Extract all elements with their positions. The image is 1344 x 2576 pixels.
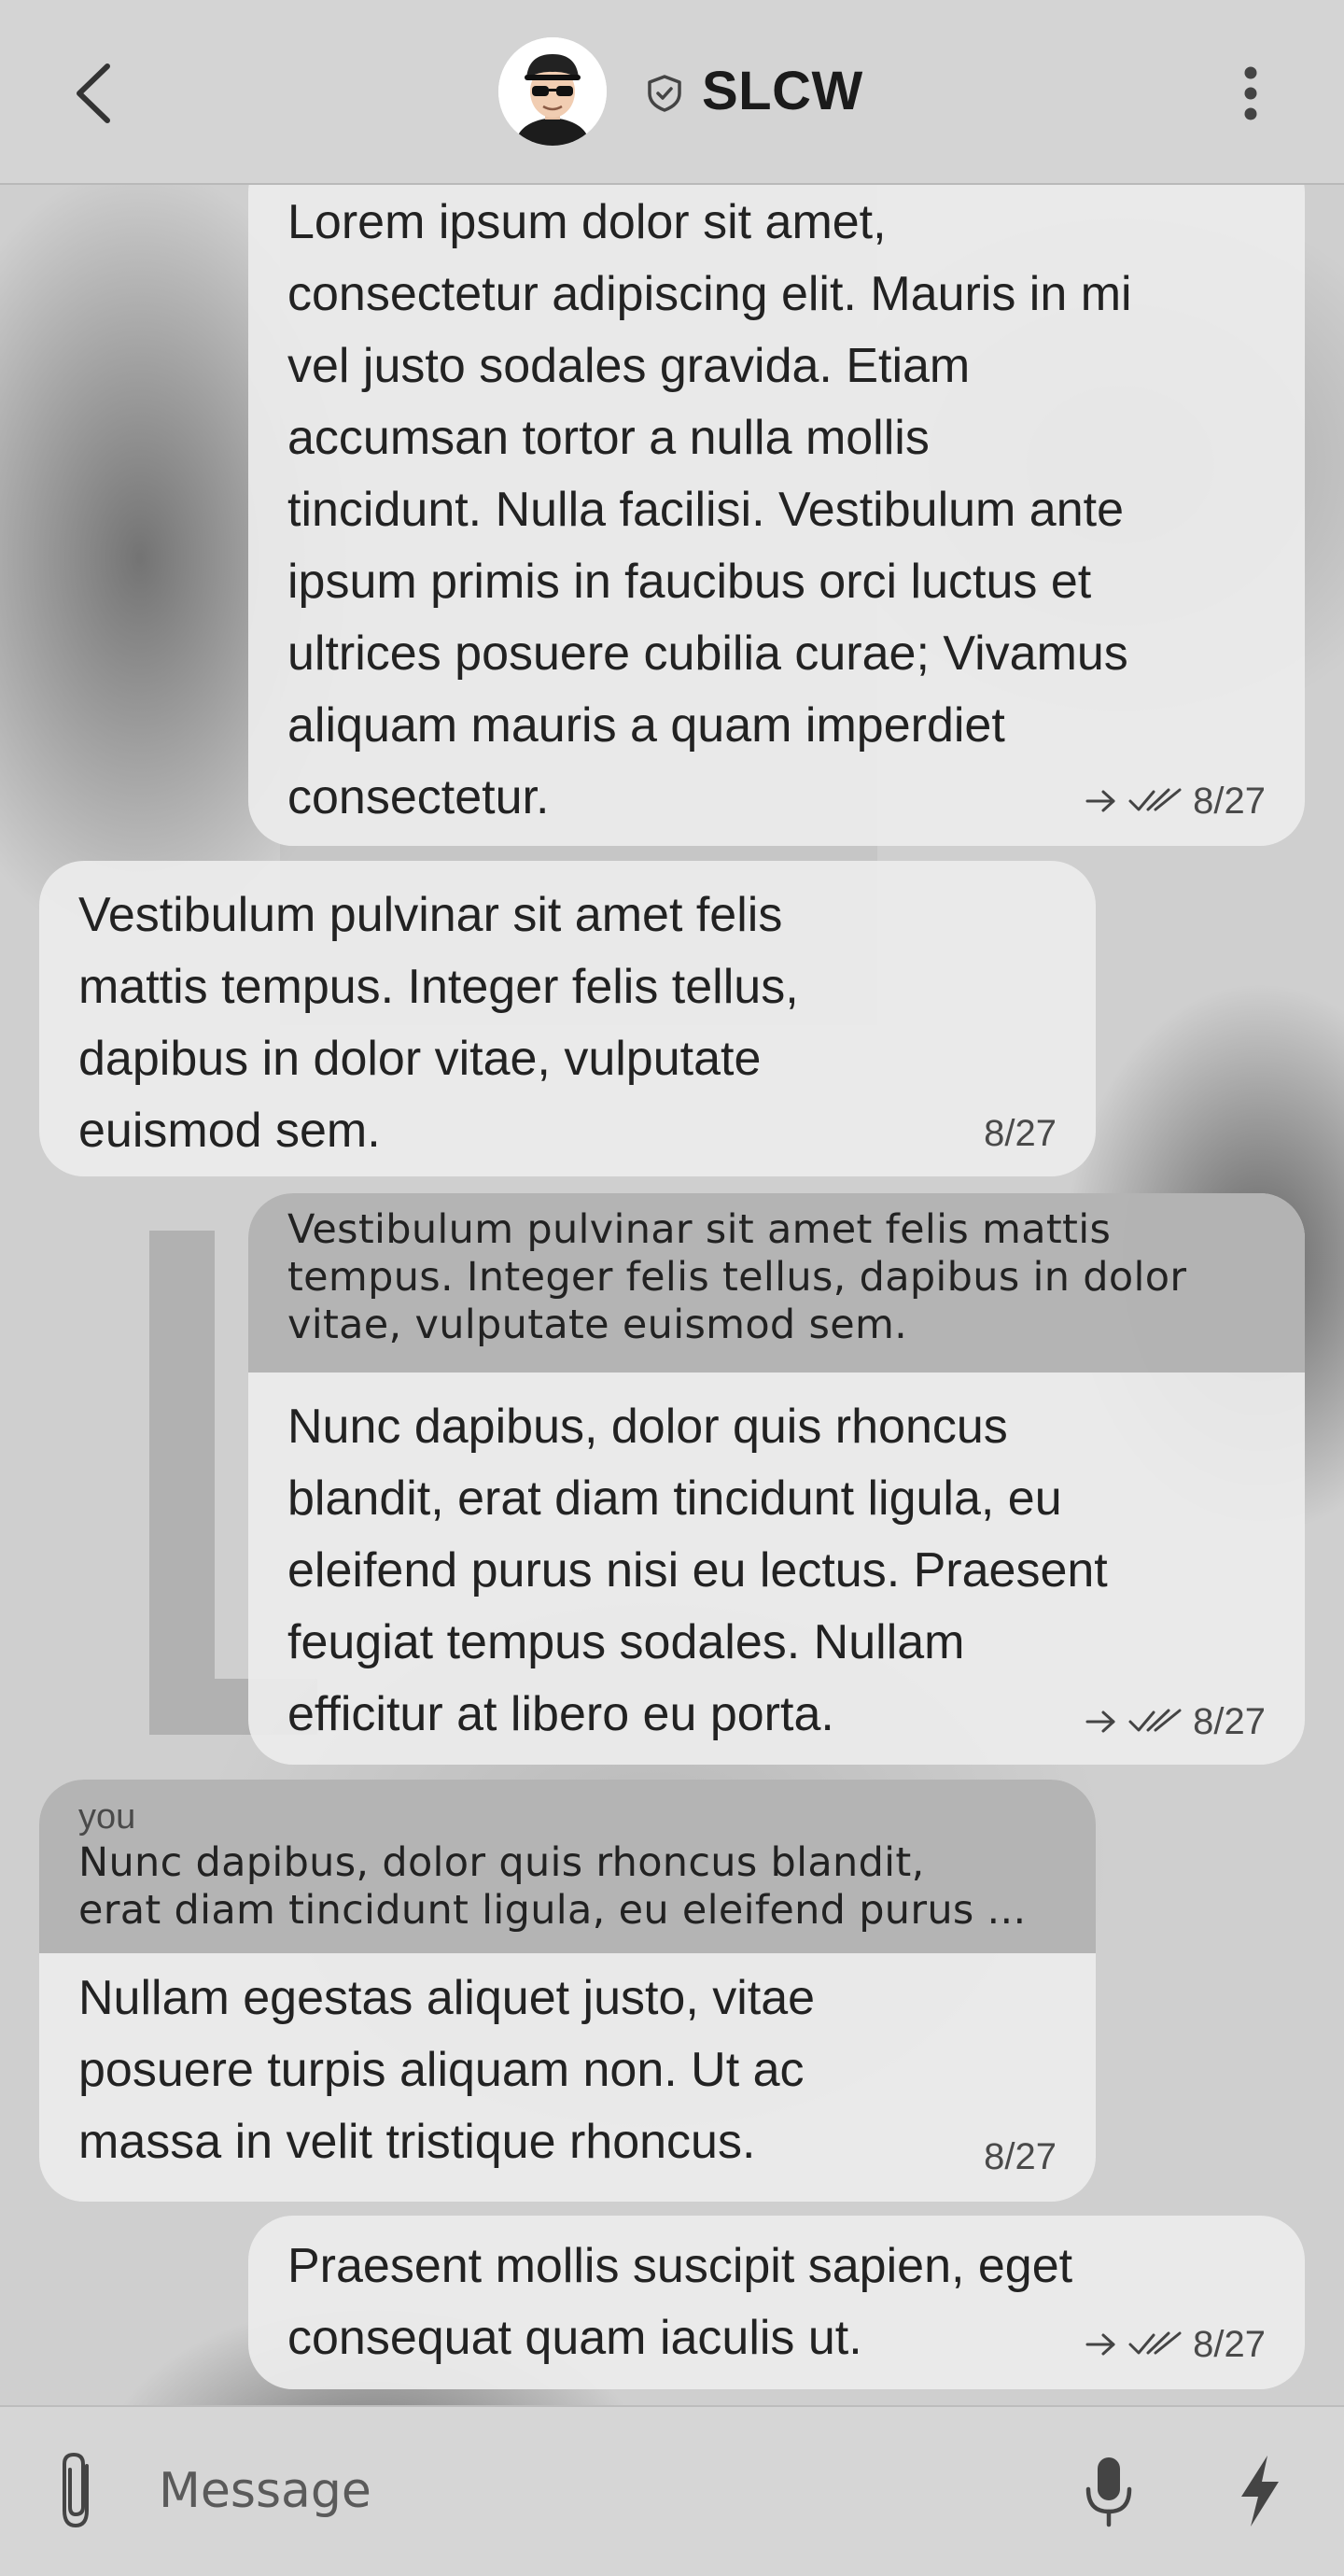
more-vertical-icon xyxy=(1244,66,1257,120)
quote-text: Vestibulum pulvinar sit amet felis matti… xyxy=(287,1206,1187,1348)
paperclip-icon xyxy=(63,2452,89,2528)
quick-action-button[interactable] xyxy=(1223,2444,1297,2538)
back-button[interactable] xyxy=(56,56,131,131)
forwarded-icon xyxy=(1085,790,1115,812)
message-meta: 8/27 xyxy=(1085,779,1266,823)
message-text: Nullam egestas aliquet justo, vitae posu… xyxy=(78,1971,816,2169)
message-list[interactable]: Lorem ipsum dolor sit amet, consectetur … xyxy=(0,185,1344,2405)
message-bubble-incoming[interactable]: you Nunc dapibus, dolor quis rhoncus bla… xyxy=(39,1780,1096,2202)
message-composer xyxy=(0,2405,1344,2576)
message-bubble-incoming[interactable]: Vestibulum pulvinar sit amet felis matti… xyxy=(39,861,1096,1176)
reply-quote[interactable]: Vestibulum pulvinar sit amet felis matti… xyxy=(248,1193,1305,1372)
menu-button[interactable] xyxy=(1223,56,1279,131)
message-bubble-outgoing[interactable]: Vestibulum pulvinar sit amet felis matti… xyxy=(248,1193,1305,1765)
message-text: Vestibulum pulvinar sit amet felis matti… xyxy=(78,888,799,1158)
quote-author: you xyxy=(78,1797,136,1837)
message-time: 8/27 xyxy=(984,2136,1057,2177)
message-time: 8/27 xyxy=(1193,781,1266,822)
message-meta: 8/27 xyxy=(1085,1699,1266,1744)
message-meta: 8/27 xyxy=(984,1111,1057,1156)
message-time: 8/27 xyxy=(1193,2324,1266,2365)
quote-text: Nunc dapibus, dolor quis rhoncus blandit… xyxy=(78,1839,1027,1934)
message-bubble-outgoing[interactable]: Lorem ipsum dolor sit amet, consectetur … xyxy=(248,185,1305,846)
reply-quote[interactable]: you Nunc dapibus, dolor quis rhoncus bla… xyxy=(39,1780,1096,1953)
microphone-icon xyxy=(1085,2457,1132,2527)
message-text: Lorem ipsum dolor sit amet, consectetur … xyxy=(287,195,1132,824)
attach-button[interactable] xyxy=(41,2444,116,2538)
chevron-left-icon xyxy=(77,63,110,123)
double-check-icon xyxy=(1128,2331,1182,2355)
avatar-image xyxy=(498,37,607,146)
message-time: 8/27 xyxy=(984,1113,1057,1154)
microphone-button[interactable] xyxy=(1071,2444,1146,2538)
chat-header: SLCW xyxy=(0,0,1344,185)
message-meta: 8/27 xyxy=(1085,2322,1266,2367)
double-check-icon xyxy=(1128,1709,1182,1732)
message-time: 8/27 xyxy=(1193,1701,1266,1742)
double-check-icon xyxy=(1128,788,1182,811)
forwarded-icon xyxy=(1085,2333,1115,2356)
shield-check-icon xyxy=(648,75,681,112)
message-text: Nunc dapibus, dolor quis rhoncus blandit… xyxy=(287,1400,1108,1741)
message-bubble-outgoing[interactable]: Praesent mollis suscipit sapien, eget co… xyxy=(248,2216,1305,2389)
message-input[interactable] xyxy=(140,2444,1064,2538)
chat-title[interactable]: SLCW xyxy=(702,58,863,125)
message-meta: 8/27 xyxy=(984,2134,1057,2179)
forwarded-icon xyxy=(1085,1710,1115,1733)
lightning-icon xyxy=(1241,2456,1279,2527)
avatar[interactable] xyxy=(498,37,607,146)
